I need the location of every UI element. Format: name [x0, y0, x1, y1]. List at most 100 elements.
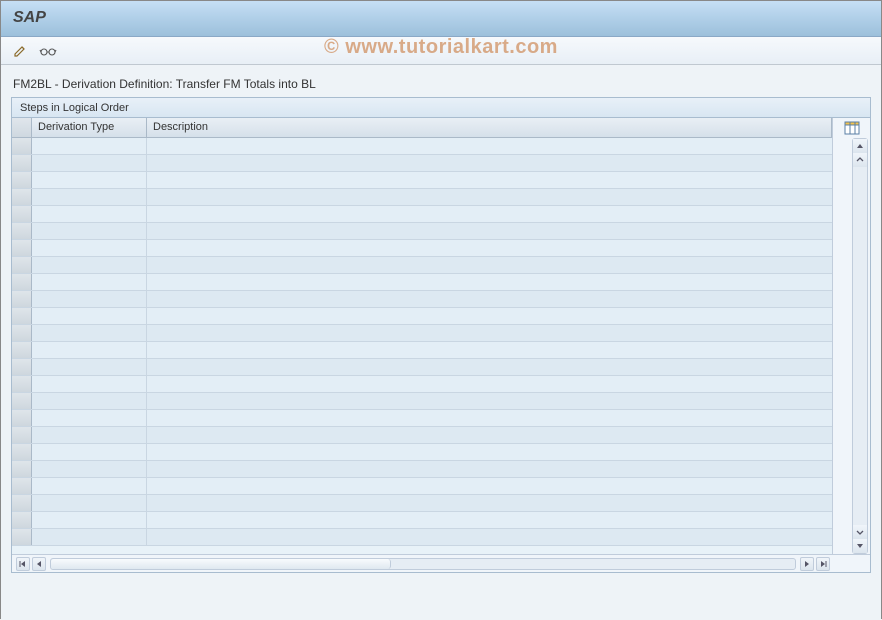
cell-derivation-type[interactable] — [32, 444, 147, 460]
cell-description[interactable] — [147, 342, 832, 358]
horizontal-scroll-track[interactable] — [50, 558, 796, 570]
table-row[interactable] — [12, 359, 832, 376]
horizontal-scroll-thumb[interactable] — [51, 559, 391, 569]
cell-derivation-type[interactable] — [32, 410, 147, 426]
cell-derivation-type[interactable] — [32, 223, 147, 239]
cell-description[interactable] — [147, 427, 832, 443]
cell-derivation-type[interactable] — [32, 257, 147, 273]
table-settings-button[interactable] — [843, 120, 861, 136]
cell-description[interactable] — [147, 172, 832, 188]
table-row[interactable] — [12, 410, 832, 427]
row-selector[interactable] — [12, 257, 32, 273]
cell-description[interactable] — [147, 223, 832, 239]
cell-derivation-type[interactable] — [32, 206, 147, 222]
cell-description[interactable] — [147, 155, 832, 171]
cell-description[interactable] — [147, 206, 832, 222]
table-row[interactable] — [12, 155, 832, 172]
cell-derivation-type[interactable] — [32, 325, 147, 341]
cell-derivation-type[interactable] — [32, 512, 147, 528]
table-row[interactable] — [12, 138, 832, 155]
cell-description[interactable] — [147, 376, 832, 392]
table-row[interactable] — [12, 291, 832, 308]
cell-description[interactable] — [147, 291, 832, 307]
table-row[interactable] — [12, 427, 832, 444]
scroll-down-button[interactable] — [853, 539, 867, 553]
row-selector[interactable] — [12, 223, 32, 239]
scroll-up-step-button[interactable] — [853, 153, 867, 167]
cell-description[interactable] — [147, 189, 832, 205]
row-selector[interactable] — [12, 461, 32, 477]
row-selector[interactable] — [12, 189, 32, 205]
cell-derivation-type[interactable] — [32, 291, 147, 307]
cell-description[interactable] — [147, 325, 832, 341]
cell-derivation-type[interactable] — [32, 529, 147, 545]
table-row[interactable] — [12, 478, 832, 495]
row-selector[interactable] — [12, 155, 32, 171]
cell-derivation-type[interactable] — [32, 427, 147, 443]
cell-description[interactable] — [147, 359, 832, 375]
cell-description[interactable] — [147, 495, 832, 511]
row-selector[interactable] — [12, 444, 32, 460]
cell-derivation-type[interactable] — [32, 308, 147, 324]
row-selector[interactable] — [12, 172, 32, 188]
edit-button[interactable] — [9, 41, 31, 61]
cell-derivation-type[interactable] — [32, 155, 147, 171]
cell-derivation-type[interactable] — [32, 376, 147, 392]
row-selector[interactable] — [12, 291, 32, 307]
vertical-scrollbar[interactable] — [852, 138, 868, 554]
cell-derivation-type[interactable] — [32, 172, 147, 188]
row-selector[interactable] — [12, 274, 32, 290]
cell-derivation-type[interactable] — [32, 138, 147, 154]
cell-description[interactable] — [147, 240, 832, 256]
cell-description[interactable] — [147, 512, 832, 528]
row-selector[interactable] — [12, 512, 32, 528]
row-selector[interactable] — [12, 308, 32, 324]
cell-description[interactable] — [147, 308, 832, 324]
row-selector[interactable] — [12, 427, 32, 443]
cell-derivation-type[interactable] — [32, 274, 147, 290]
column-header-description[interactable]: Description — [147, 118, 832, 137]
row-selector[interactable] — [12, 478, 32, 494]
cell-derivation-type[interactable] — [32, 461, 147, 477]
table-row[interactable] — [12, 376, 832, 393]
table-row[interactable] — [12, 240, 832, 257]
row-selector[interactable] — [12, 138, 32, 154]
cell-description[interactable] — [147, 138, 832, 154]
column-selector-header[interactable] — [12, 118, 32, 137]
table-row[interactable] — [12, 308, 832, 325]
table-row[interactable] — [12, 495, 832, 512]
table-row[interactable] — [12, 512, 832, 529]
row-selector[interactable] — [12, 359, 32, 375]
table-row[interactable] — [12, 189, 832, 206]
cell-derivation-type[interactable] — [32, 189, 147, 205]
cell-description[interactable] — [147, 529, 832, 545]
cell-derivation-type[interactable] — [32, 342, 147, 358]
cell-description[interactable] — [147, 257, 832, 273]
row-selector[interactable] — [12, 376, 32, 392]
row-selector[interactable] — [12, 393, 32, 409]
display-button[interactable] — [37, 41, 59, 61]
cell-derivation-type[interactable] — [32, 393, 147, 409]
table-row[interactable] — [12, 461, 832, 478]
table-row[interactable] — [12, 172, 832, 189]
cell-derivation-type[interactable] — [32, 240, 147, 256]
row-selector[interactable] — [12, 240, 32, 256]
cell-description[interactable] — [147, 393, 832, 409]
cell-derivation-type[interactable] — [32, 359, 147, 375]
scroll-up-button[interactable] — [853, 139, 867, 153]
table-row[interactable] — [12, 325, 832, 342]
cell-description[interactable] — [147, 461, 832, 477]
scroll-left-button[interactable] — [32, 557, 46, 571]
table-row[interactable] — [12, 206, 832, 223]
row-selector[interactable] — [12, 325, 32, 341]
vertical-scroll-track[interactable] — [853, 167, 867, 525]
table-row[interactable] — [12, 342, 832, 359]
row-selector[interactable] — [12, 529, 32, 545]
table-row[interactable] — [12, 393, 832, 410]
scroll-right-button[interactable] — [800, 557, 814, 571]
cell-derivation-type[interactable] — [32, 478, 147, 494]
row-selector[interactable] — [12, 206, 32, 222]
row-selector[interactable] — [12, 342, 32, 358]
cell-description[interactable] — [147, 444, 832, 460]
table-row[interactable] — [12, 274, 832, 291]
